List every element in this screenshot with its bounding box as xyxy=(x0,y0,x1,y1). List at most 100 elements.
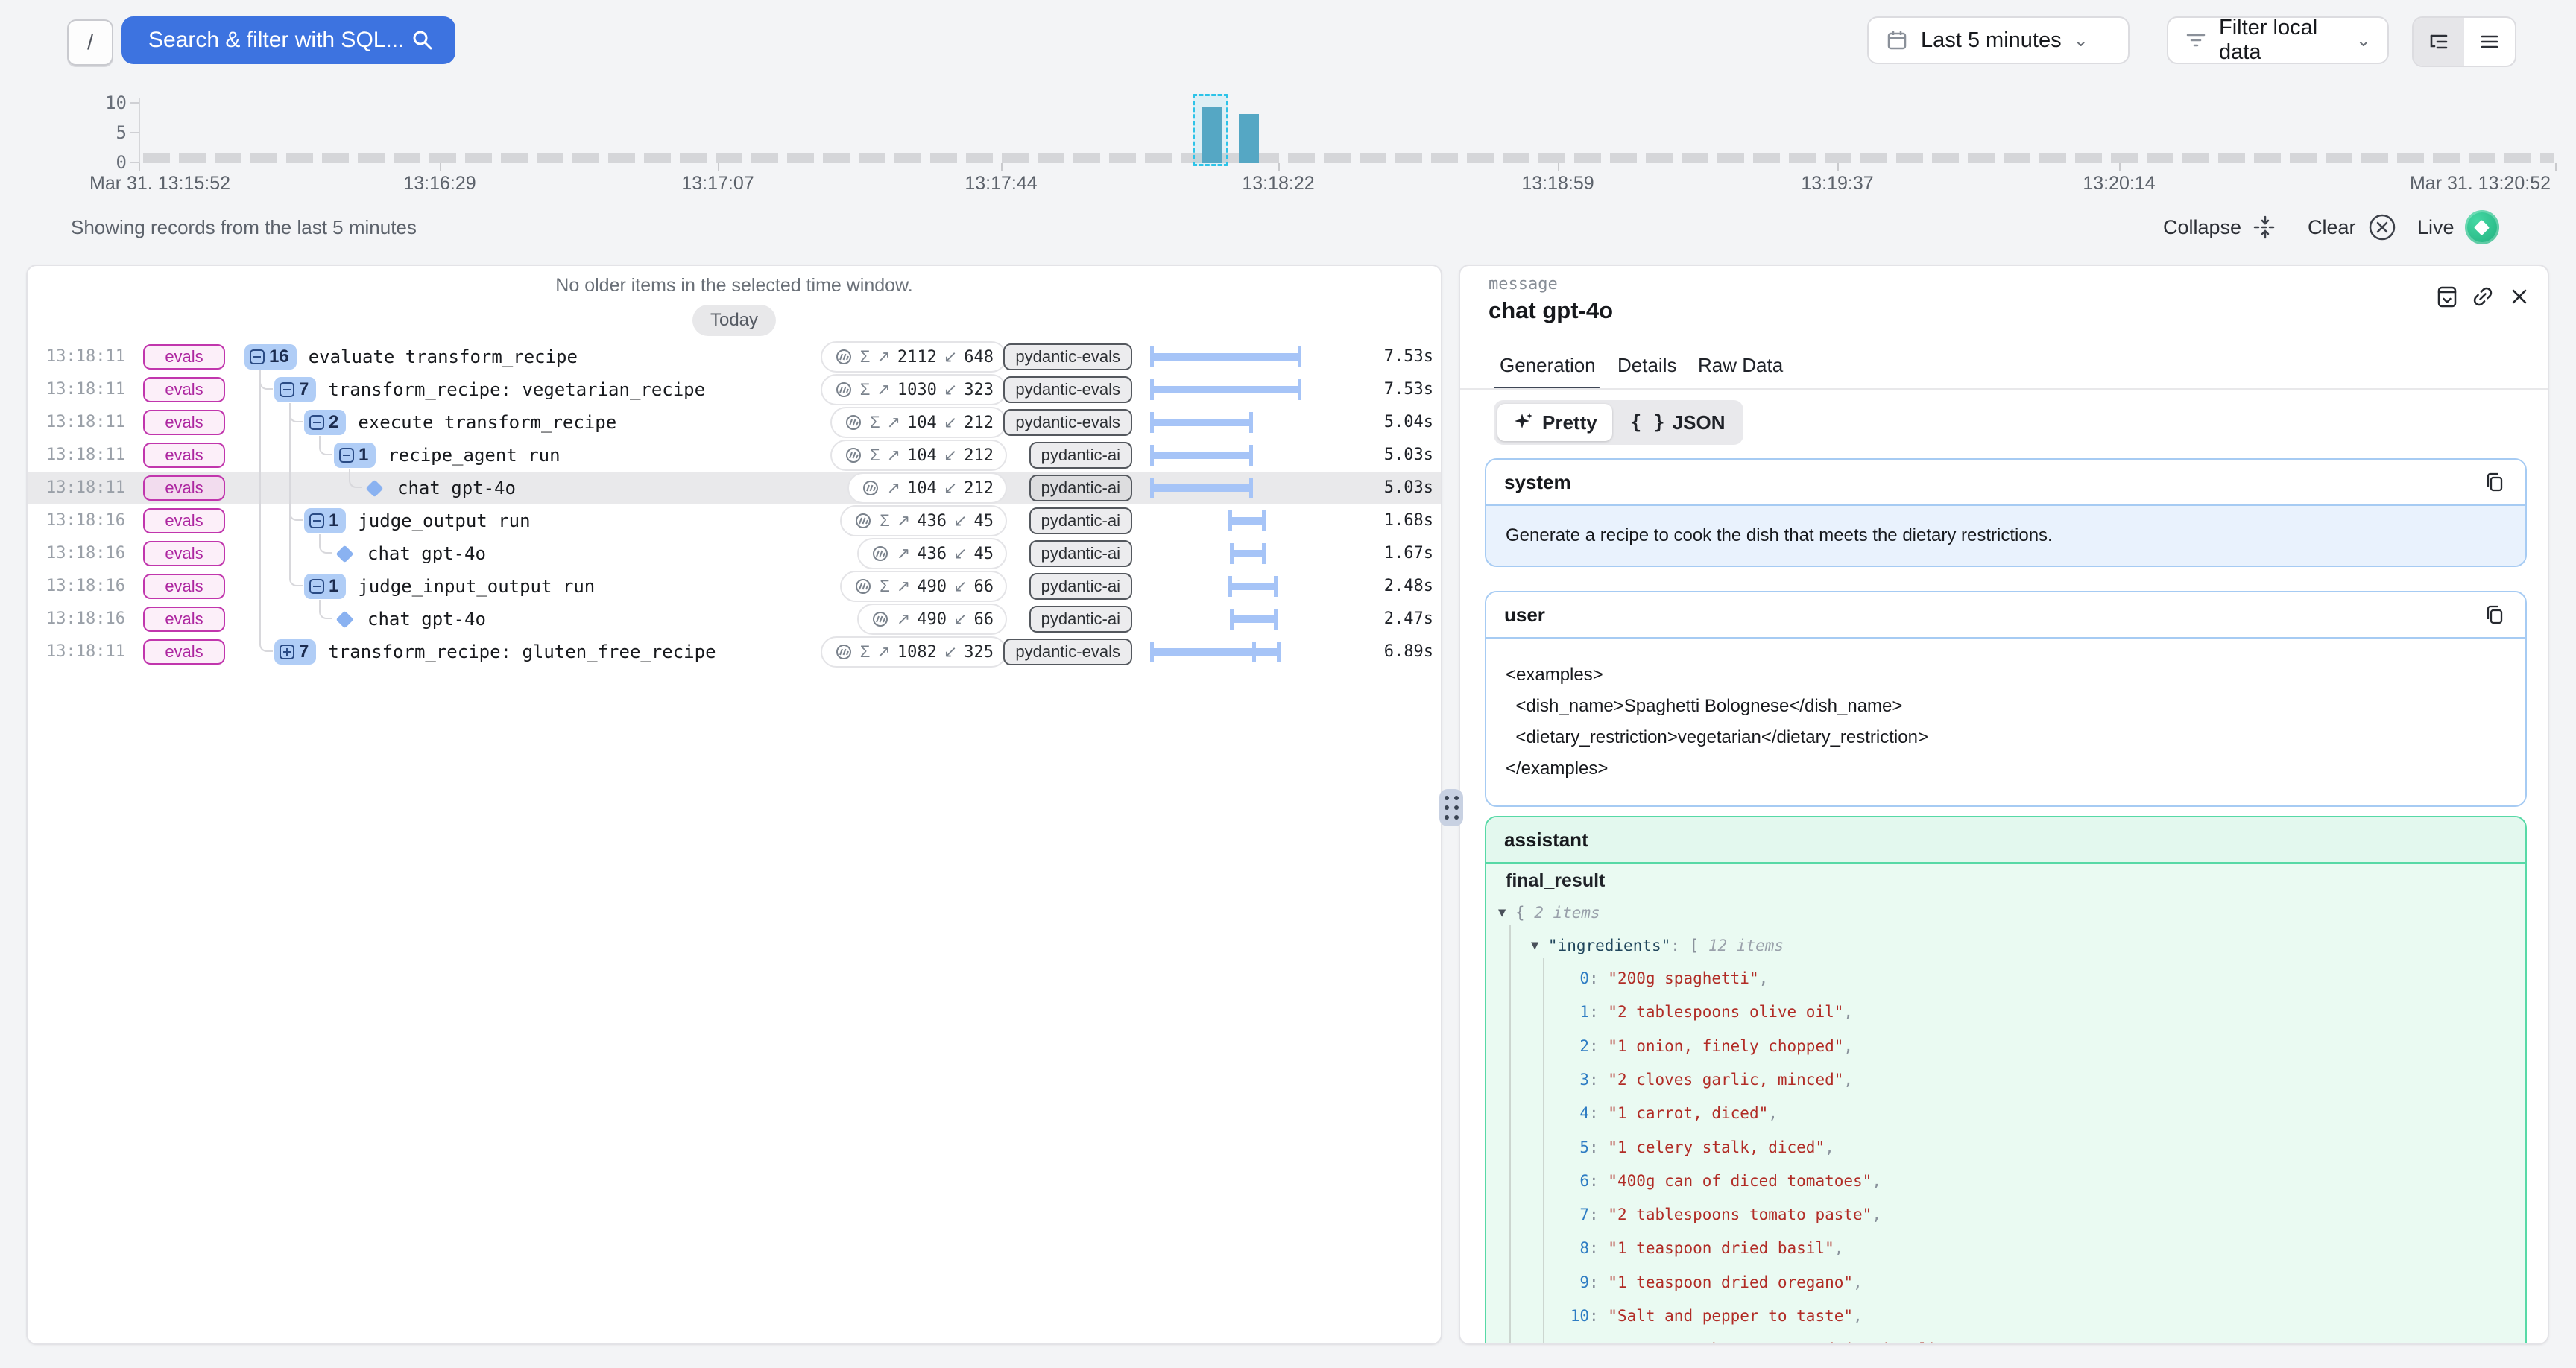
input-tokens-icon: ↗ xyxy=(897,577,910,596)
live-toggle[interactable]: Live xyxy=(2417,209,2499,246)
evals-badge[interactable]: evals xyxy=(143,377,225,402)
trace-row[interactable]: 13:18:16evalschat gpt-4o↗436↙45pydantic-… xyxy=(28,537,1441,570)
clear-x-circle-icon xyxy=(2367,212,2398,243)
scope-tag[interactable]: pydantic-evals xyxy=(1003,376,1132,403)
histogram-bar[interactable] xyxy=(1202,107,1222,163)
scope-tag[interactable]: pydantic-ai xyxy=(1029,442,1132,469)
histogram-bar[interactable] xyxy=(1239,114,1259,163)
input-tokens-icon: ↗ xyxy=(877,347,890,367)
scope-tag[interactable]: pydantic-ai xyxy=(1029,540,1132,567)
scope-tag[interactable]: pydantic-ai xyxy=(1029,475,1132,501)
today-date-chip[interactable]: Today xyxy=(692,305,776,336)
child-count-pill[interactable]: 2 xyxy=(304,410,346,435)
slash-key-label: / xyxy=(87,31,93,54)
span-name: execute transform_recipe xyxy=(358,412,616,433)
json-view-button[interactable]: { } JSON xyxy=(1615,404,1740,441)
child-count-pill[interactable]: 1 xyxy=(304,574,346,599)
evals-badge[interactable]: evals xyxy=(143,639,225,665)
scope-tag[interactable]: pydantic-ai xyxy=(1029,573,1132,600)
filter-local-data-dropdown[interactable]: Filter local data ⌄ xyxy=(2167,16,2389,64)
evals-badge[interactable]: evals xyxy=(143,541,225,566)
scope-tag[interactable]: pydantic-evals xyxy=(1003,409,1132,436)
y-axis-label: 0 xyxy=(94,152,127,173)
duration-bar-cap xyxy=(1249,445,1253,466)
trace-row[interactable]: 13:18:11evals16evaluate transform_recipe… xyxy=(28,341,1441,373)
x-axis-label: 13:17:07 xyxy=(681,173,754,194)
evals-badge[interactable]: evals xyxy=(143,443,225,468)
copy-link-icon[interactable] xyxy=(2469,282,2497,311)
input-tokens-icon: ↗ xyxy=(897,609,910,629)
search-input[interactable]: Search & filter with SQL... xyxy=(121,16,455,64)
user-message-text: <examples> <dish_name>Spaghetti Bolognes… xyxy=(1486,639,2525,805)
close-icon[interactable] xyxy=(2505,282,2534,311)
trace-row[interactable]: 13:18:11evals7transform_recipe: gluten_f… xyxy=(28,636,1441,668)
duration-bar-cap xyxy=(1228,576,1232,597)
tab-raw-data[interactable]: Raw Data xyxy=(1698,354,1783,377)
tab-generation[interactable]: Generation xyxy=(1500,354,1596,377)
time-range-dropdown[interactable]: Last 5 minutes ⌄ xyxy=(1867,16,2130,64)
top-bar: / Search & filter with SQL... Last 5 min… xyxy=(0,0,2576,86)
trace-row[interactable]: 13:18:11evals1recipe_agent runΣ↗104↙212p… xyxy=(28,439,1441,472)
sum-icon: Σ xyxy=(870,446,880,465)
duration-bar-cap xyxy=(1274,576,1278,597)
panel-resize-grip[interactable] xyxy=(1439,789,1463,826)
json-root-line[interactable]: ▼ { 2 items xyxy=(1498,900,1600,927)
tab-details[interactable]: Details xyxy=(1617,354,1676,377)
span-name: chat gpt-4o xyxy=(397,478,516,498)
scope-tag[interactable]: pydantic-ai xyxy=(1029,507,1132,534)
token-coin-icon xyxy=(834,380,853,399)
output-tokens-icon: ↙ xyxy=(944,642,957,662)
row-timestamp: 13:18:11 xyxy=(46,472,125,504)
evals-badge[interactable]: evals xyxy=(143,475,225,501)
token-metrics-badge: Σ↗436↙45 xyxy=(840,505,1007,536)
list-view-button[interactable] xyxy=(2464,18,2515,66)
pretty-view-button[interactable]: Pretty xyxy=(1497,404,1612,441)
trace-row[interactable]: 13:18:16evals1judge_output runΣ↗436↙45py… xyxy=(28,504,1441,537)
evals-badge[interactable]: evals xyxy=(143,344,225,370)
json-ingredients-line[interactable]: ▼ "ingredients": [ 12 items xyxy=(1531,933,1784,960)
row-timestamp: 13:18:16 xyxy=(46,537,125,570)
trace-row[interactable]: 13:18:11evals7transform_recipe: vegetari… xyxy=(28,373,1441,406)
detail-tabs: Generation Details Raw Data xyxy=(1460,354,2548,391)
token-metrics-badge: ↗436↙45 xyxy=(857,538,1007,569)
trace-row[interactable]: 13:18:11evals2execute transform_recipeΣ↗… xyxy=(28,406,1441,439)
tree-view-button[interactable] xyxy=(2414,18,2464,66)
evals-badge[interactable]: evals xyxy=(143,410,225,435)
ingredient-line: 2: "1 onion, finely chopped", xyxy=(1550,1033,1853,1059)
scope-tag[interactable]: pydantic-ai xyxy=(1029,606,1132,633)
chevron-down-icon: ⌄ xyxy=(2356,30,2371,51)
trace-row[interactable]: 13:18:16evalschat gpt-4o↗490↙66pydantic-… xyxy=(28,603,1441,636)
row-duration: 6.89s xyxy=(1314,636,1433,668)
evals-badge[interactable]: evals xyxy=(143,574,225,599)
x-axis-label: 13:20:14 xyxy=(2083,173,2155,194)
child-count-pill[interactable]: 1 xyxy=(334,443,376,468)
scope-tag[interactable]: pydantic-evals xyxy=(1003,639,1132,665)
collapse-button[interactable]: Collapse xyxy=(2163,209,2279,246)
trace-row[interactable]: 13:18:11evalschat gpt-4o↗104↙212pydantic… xyxy=(28,472,1441,504)
x-axis-tick xyxy=(1558,163,1559,171)
system-role-label: system xyxy=(1504,471,1571,494)
tree-connector xyxy=(289,403,303,586)
evals-badge[interactable]: evals xyxy=(143,508,225,533)
time-range-label: Last 5 minutes xyxy=(1921,28,2062,53)
copy-icon[interactable] xyxy=(2482,602,2507,627)
clear-button[interactable]: Clear xyxy=(2308,209,2398,246)
child-count-pill[interactable]: 16 xyxy=(244,344,297,370)
token-coin-icon xyxy=(844,446,863,465)
archive-icon[interactable] xyxy=(2433,282,2461,311)
output-tokens-icon: ↙ xyxy=(944,413,957,432)
duration-bar-zone xyxy=(1152,504,1299,537)
input-tokens-icon: ↗ xyxy=(887,446,900,465)
trace-row[interactable]: 13:18:16evals1judge_input_output runΣ↗49… xyxy=(28,570,1441,603)
evals-badge[interactable]: evals xyxy=(143,607,225,632)
child-count-pill[interactable]: 7 xyxy=(274,377,316,402)
scope-tag[interactable]: pydantic-evals xyxy=(1003,343,1132,370)
child-count-pill[interactable]: 1 xyxy=(304,508,346,533)
token-coin-icon xyxy=(834,347,853,367)
row-timestamp: 13:18:16 xyxy=(46,570,125,603)
copy-icon[interactable] xyxy=(2482,469,2507,495)
x-axis-tick xyxy=(2119,163,2121,171)
child-count-pill[interactable]: 7 xyxy=(274,639,316,665)
tree-connector xyxy=(319,534,332,554)
slash-shortcut-key[interactable]: / xyxy=(67,19,113,66)
